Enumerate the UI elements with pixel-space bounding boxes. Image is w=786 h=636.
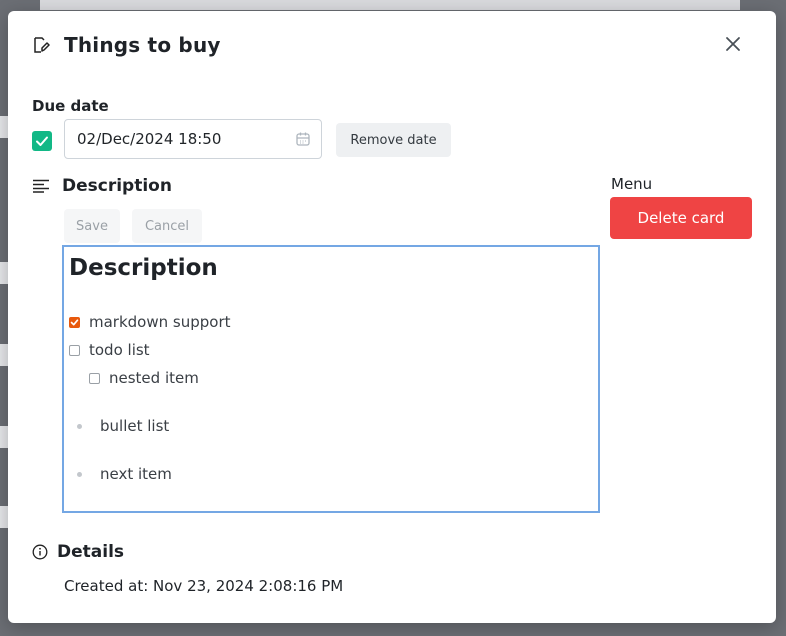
info-icon (32, 544, 48, 560)
details-header: Details (32, 542, 124, 562)
description-title: Description (62, 176, 172, 196)
remove-date-button[interactable]: Remove date (336, 123, 451, 157)
board-background-card (0, 344, 8, 366)
board-background-card (0, 116, 8, 138)
check-icon (36, 136, 48, 146)
menu-label: Menu (611, 175, 653, 193)
close-icon (726, 37, 740, 51)
bullet-text: bullet list (100, 417, 170, 435)
bullet-item: bullet list (77, 417, 169, 435)
card-modal: Things to buy Due date 02/Dec/2024 18:50… (8, 11, 776, 623)
delete-card-button[interactable]: Delete card (610, 197, 752, 239)
created-at-text: Created at: Nov 23, 2024 2:08:16 PM (64, 577, 344, 595)
todo-text: nested item (109, 369, 199, 387)
description-header: Description (32, 176, 172, 196)
description-editor[interactable]: Description markdown support todo list n… (62, 245, 600, 513)
cancel-button[interactable]: Cancel (132, 209, 202, 243)
todo-checkbox[interactable] (69, 344, 80, 356)
edit-icon (34, 37, 50, 53)
board-background-card (0, 262, 8, 284)
align-left-icon (33, 179, 49, 193)
calendar-icon[interactable] (295, 131, 311, 147)
board-background-top (40, 0, 740, 10)
board-background-card (0, 506, 8, 528)
modal-header: Things to buy (32, 33, 221, 57)
todo-text: todo list (89, 341, 150, 359)
check-icon (70, 318, 79, 325)
todo-item: todo list (69, 341, 150, 359)
todo-text: markdown support (89, 313, 231, 331)
todo-item: markdown support (69, 313, 231, 331)
todo-item-nested: nested item (89, 369, 199, 387)
board-background-card (0, 426, 8, 448)
due-date-label: Due date (32, 97, 109, 115)
editor-heading: Description (69, 255, 218, 281)
bullet-text: next item (100, 465, 172, 483)
close-button[interactable] (722, 33, 744, 55)
modal-title: Things to buy (64, 33, 221, 57)
due-date-input[interactable]: 02/Dec/2024 18:50 (64, 119, 322, 159)
due-date-checkbox[interactable] (32, 131, 52, 151)
bullet-icon (77, 471, 82, 477)
todo-checkbox-checked[interactable] (69, 316, 80, 328)
save-button[interactable]: Save (64, 209, 120, 243)
due-date-value: 02/Dec/2024 18:50 (77, 130, 222, 148)
bullet-icon (77, 423, 82, 429)
details-title: Details (57, 542, 125, 562)
bullet-item: next item (77, 465, 172, 483)
todo-checkbox[interactable] (89, 372, 100, 384)
